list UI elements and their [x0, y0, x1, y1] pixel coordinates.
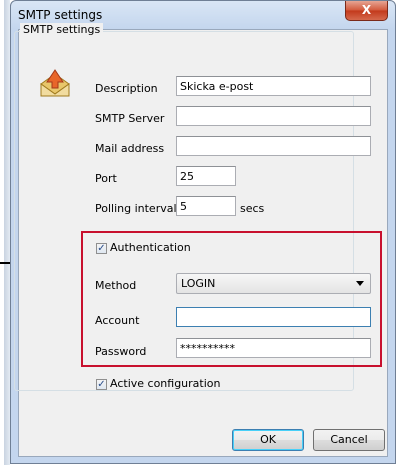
- window-title: SMTP settings: [18, 8, 103, 22]
- method-select[interactable]: LOGIN: [176, 273, 371, 294]
- smtp-server-label: SMTP Server: [95, 112, 165, 125]
- checkmark-icon: ✓: [97, 243, 106, 254]
- cancel-button[interactable]: Cancel: [313, 429, 385, 451]
- active-configuration-checkbox[interactable]: ✓: [96, 379, 107, 390]
- background-window-edge: [0, 0, 10, 465]
- port-label: Port: [95, 172, 117, 185]
- mail-address-label: Mail address: [95, 142, 165, 155]
- account-label: Account: [95, 314, 140, 327]
- polling-interval-field[interactable]: 5: [176, 196, 236, 216]
- ok-button[interactable]: OK: [232, 429, 304, 451]
- password-label: Password: [95, 345, 147, 358]
- groupbox-legend: SMTP settings: [20, 23, 104, 36]
- active-configuration-label[interactable]: Active configuration: [110, 377, 221, 390]
- account-field[interactable]: [176, 307, 371, 327]
- checkmark-icon: ✓: [97, 379, 106, 390]
- polling-interval-unit: secs: [240, 202, 265, 215]
- close-button[interactable]: X: [345, 1, 388, 21]
- polling-interval-label: Polling interval: [95, 202, 177, 215]
- port-field[interactable]: 25: [176, 166, 236, 186]
- smtp-server-field[interactable]: [176, 106, 371, 126]
- description-label: Description: [95, 82, 158, 95]
- mail-send-icon: [40, 69, 70, 97]
- description-field[interactable]: Skicka e-post: [176, 76, 371, 96]
- password-field[interactable]: **********: [176, 338, 371, 358]
- authentication-checkbox[interactable]: ✓: [96, 243, 107, 254]
- authentication-label[interactable]: Authentication: [110, 241, 191, 254]
- method-selected-value: LOGIN: [181, 277, 216, 290]
- mail-address-field[interactable]: [176, 136, 371, 156]
- close-icon: X: [361, 3, 372, 17]
- chevron-down-icon[interactable]: [356, 281, 364, 286]
- method-label: Method: [95, 279, 137, 292]
